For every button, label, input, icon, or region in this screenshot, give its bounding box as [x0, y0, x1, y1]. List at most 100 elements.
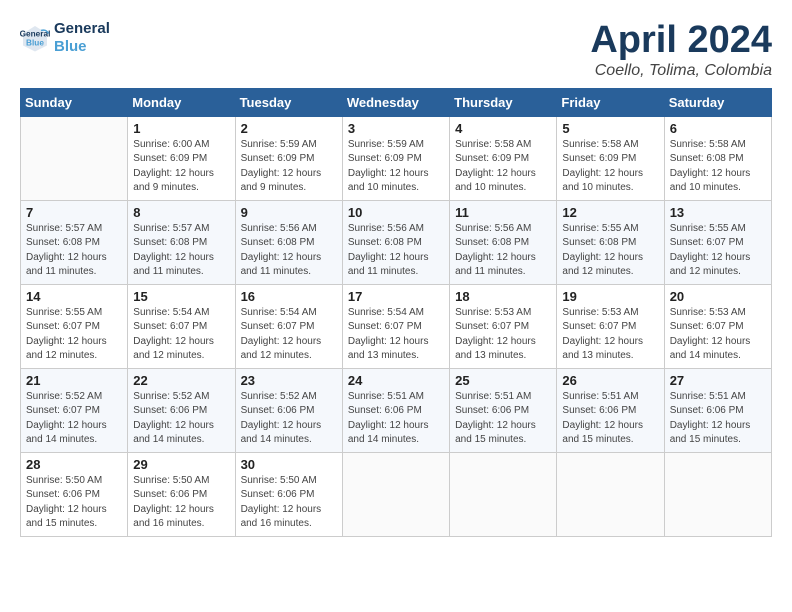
day-number: 4: [455, 121, 551, 136]
calendar-cell: 17Sunrise: 5:54 AM Sunset: 6:07 PM Dayli…: [342, 284, 449, 368]
calendar-cell: 20Sunrise: 5:53 AM Sunset: 6:07 PM Dayli…: [664, 284, 771, 368]
day-info: Sunrise: 5:57 AM Sunset: 6:08 PM Dayligh…: [26, 222, 122, 280]
calendar-week-2: 7 Sunrise: 5:57 AM Sunset: 6:08 PM Daylig…: [21, 200, 772, 284]
day-info: Sunrise: 6:00 AM Sunset: 6:09 PM Dayligh…: [133, 138, 229, 196]
day-number: 10: [348, 205, 444, 220]
day-number: 5: [562, 121, 658, 136]
svg-text:Blue: Blue: [26, 39, 44, 48]
day-info: Sunrise: 5:58 AM Sunset: 6:09 PM Dayligh…: [455, 138, 551, 196]
calendar-cell: 18Sunrise: 5:53 AM Sunset: 6:07 PM Dayli…: [450, 284, 557, 368]
calendar-cell: 22Sunrise: 5:52 AM Sunset: 6:06 PM Dayli…: [128, 368, 235, 452]
day-number: 11: [455, 205, 551, 220]
day-info: Sunrise: 5:50 AM Sunset: 6:06 PM Dayligh…: [133, 474, 229, 532]
day-info: Sunrise: 5:59 AM Sunset: 6:09 PM Dayligh…: [348, 138, 444, 196]
header-day-thursday: Thursday: [450, 88, 557, 116]
day-info: Sunrise: 5:55 AM Sunset: 6:07 PM Dayligh…: [26, 306, 122, 364]
calendar-cell: 12Sunrise: 5:55 AM Sunset: 6:08 PM Dayli…: [557, 200, 664, 284]
calendar-body: 1 Sunrise: 6:00 AM Sunset: 6:09 PM Daylig…: [21, 116, 772, 536]
day-number: 2: [241, 121, 337, 136]
day-number: 12: [562, 205, 658, 220]
calendar-cell: 10Sunrise: 5:56 AM Sunset: 6:08 PM Dayli…: [342, 200, 449, 284]
day-number: 26: [562, 373, 658, 388]
header-day-wednesday: Wednesday: [342, 88, 449, 116]
page-header: General Blue General Blue April 2024 Coe…: [20, 20, 772, 80]
calendar-week-1: 1 Sunrise: 6:00 AM Sunset: 6:09 PM Daylig…: [21, 116, 772, 200]
day-number: 27: [670, 373, 766, 388]
calendar-cell: 21 Sunrise: 5:52 AM Sunset: 6:07 PM Dayli…: [21, 368, 128, 452]
calendar-cell: 27 Sunrise: 5:51 AM Sunset: 6:06 PM Dayli…: [664, 368, 771, 452]
day-number: 16: [241, 289, 337, 304]
calendar-week-5: 28 Sunrise: 5:50 AM Sunset: 6:06 PM Dayli…: [21, 452, 772, 536]
day-info: Sunrise: 5:58 AM Sunset: 6:09 PM Dayligh…: [562, 138, 658, 196]
day-info: Sunrise: 5:59 AM Sunset: 6:09 PM Dayligh…: [241, 138, 337, 196]
day-info: Sunrise: 5:51 AM Sunset: 6:06 PM Dayligh…: [455, 390, 551, 448]
calendar-cell: [450, 452, 557, 536]
day-info: Sunrise: 5:58 AM Sunset: 6:08 PM Dayligh…: [670, 138, 766, 196]
calendar-cell: 2 Sunrise: 5:59 AM Sunset: 6:09 PM Daylig…: [235, 116, 342, 200]
day-number: 6: [670, 121, 766, 136]
calendar-cell: 29 Sunrise: 5:50 AM Sunset: 6:06 PM Dayli…: [128, 452, 235, 536]
calendar-cell: 26Sunrise: 5:51 AM Sunset: 6:06 PM Dayli…: [557, 368, 664, 452]
day-number: 21: [26, 373, 122, 388]
day-number: 23: [241, 373, 337, 388]
calendar-cell: 3 Sunrise: 5:59 AM Sunset: 6:09 PM Daylig…: [342, 116, 449, 200]
calendar-cell: 4 Sunrise: 5:58 AM Sunset: 6:09 PM Daylig…: [450, 116, 557, 200]
calendar-cell: 30 Sunrise: 5:50 AM Sunset: 6:06 PM Dayli…: [235, 452, 342, 536]
calendar-header-row: SundayMondayTuesdayWednesdayThursdayFrid…: [21, 88, 772, 116]
calendar-cell: 14 Sunrise: 5:55 AM Sunset: 6:07 PM Dayli…: [21, 284, 128, 368]
calendar-cell: 28Sunrise: 5:50 AM Sunset: 6:06 PM Dayli…: [21, 452, 128, 536]
day-number: 9: [241, 205, 337, 220]
header-day-friday: Friday: [557, 88, 664, 116]
calendar-cell: [21, 116, 128, 200]
day-number: 29: [133, 457, 229, 472]
day-info: Sunrise: 5:54 AM Sunset: 6:07 PM Dayligh…: [133, 306, 229, 364]
day-number: 8: [133, 205, 229, 220]
day-number: 30: [241, 457, 337, 472]
calendar-cell: 9Sunrise: 5:56 AM Sunset: 6:08 PM Daylig…: [235, 200, 342, 284]
day-number: 7: [26, 205, 122, 220]
header-day-tuesday: Tuesday: [235, 88, 342, 116]
header-day-saturday: Saturday: [664, 88, 771, 116]
calendar-cell: 6 Sunrise: 5:58 AM Sunset: 6:08 PM Daylig…: [664, 116, 771, 200]
calendar-cell: 15 Sunrise: 5:54 AM Sunset: 6:07 PM Dayli…: [128, 284, 235, 368]
day-info: Sunrise: 5:52 AM Sunset: 6:06 PM Dayligh…: [241, 390, 337, 448]
day-number: 17: [348, 289, 444, 304]
day-info: Sunrise: 5:52 AM Sunset: 6:06 PM Dayligh…: [133, 390, 229, 448]
calendar-cell: 23 Sunrise: 5:52 AM Sunset: 6:06 PM Dayli…: [235, 368, 342, 452]
day-number: 15: [133, 289, 229, 304]
day-info: Sunrise: 5:51 AM Sunset: 6:06 PM Dayligh…: [348, 390, 444, 448]
day-info: Sunrise: 5:54 AM Sunset: 6:07 PM Dayligh…: [241, 306, 337, 364]
logo-text-line1: General: [54, 20, 110, 38]
calendar-week-3: 14 Sunrise: 5:55 AM Sunset: 6:07 PM Dayli…: [21, 284, 772, 368]
day-number: 24: [348, 373, 444, 388]
calendar-cell: [557, 452, 664, 536]
calendar-cell: 8Sunrise: 5:57 AM Sunset: 6:08 PM Daylig…: [128, 200, 235, 284]
day-info: Sunrise: 5:52 AM Sunset: 6:07 PM Dayligh…: [26, 390, 122, 448]
day-number: 28: [26, 457, 122, 472]
day-number: 13: [670, 205, 766, 220]
calendar-cell: 24 Sunrise: 5:51 AM Sunset: 6:06 PM Dayli…: [342, 368, 449, 452]
calendar-cell: 13 Sunrise: 5:55 AM Sunset: 6:07 PM Dayli…: [664, 200, 771, 284]
day-number: 3: [348, 121, 444, 136]
calendar-cell: [342, 452, 449, 536]
day-number: 1: [133, 121, 229, 136]
day-number: 25: [455, 373, 551, 388]
title-block: April 2024 Coello, Tolima, Colombia: [590, 20, 772, 80]
calendar-cell: 7 Sunrise: 5:57 AM Sunset: 6:08 PM Daylig…: [21, 200, 128, 284]
header-day-sunday: Sunday: [21, 88, 128, 116]
logo-icon: General Blue: [20, 23, 50, 53]
calendar-table: SundayMondayTuesdayWednesdayThursdayFrid…: [20, 88, 772, 537]
day-info: Sunrise: 5:53 AM Sunset: 6:07 PM Dayligh…: [670, 306, 766, 364]
day-number: 14: [26, 289, 122, 304]
calendar-cell: 25 Sunrise: 5:51 AM Sunset: 6:06 PM Dayli…: [450, 368, 557, 452]
day-info: Sunrise: 5:53 AM Sunset: 6:07 PM Dayligh…: [562, 306, 658, 364]
calendar-cell: [664, 452, 771, 536]
day-info: Sunrise: 5:50 AM Sunset: 6:06 PM Dayligh…: [241, 474, 337, 532]
header-day-monday: Monday: [128, 88, 235, 116]
day-info: Sunrise: 5:55 AM Sunset: 6:07 PM Dayligh…: [670, 222, 766, 280]
calendar-cell: 11Sunrise: 5:56 AM Sunset: 6:08 PM Dayli…: [450, 200, 557, 284]
calendar-cell: 16 Sunrise: 5:54 AM Sunset: 6:07 PM Dayli…: [235, 284, 342, 368]
calendar-cell: 19Sunrise: 5:53 AM Sunset: 6:07 PM Dayli…: [557, 284, 664, 368]
calendar-cell: 5 Sunrise: 5:58 AM Sunset: 6:09 PM Daylig…: [557, 116, 664, 200]
day-info: Sunrise: 5:51 AM Sunset: 6:06 PM Dayligh…: [670, 390, 766, 448]
